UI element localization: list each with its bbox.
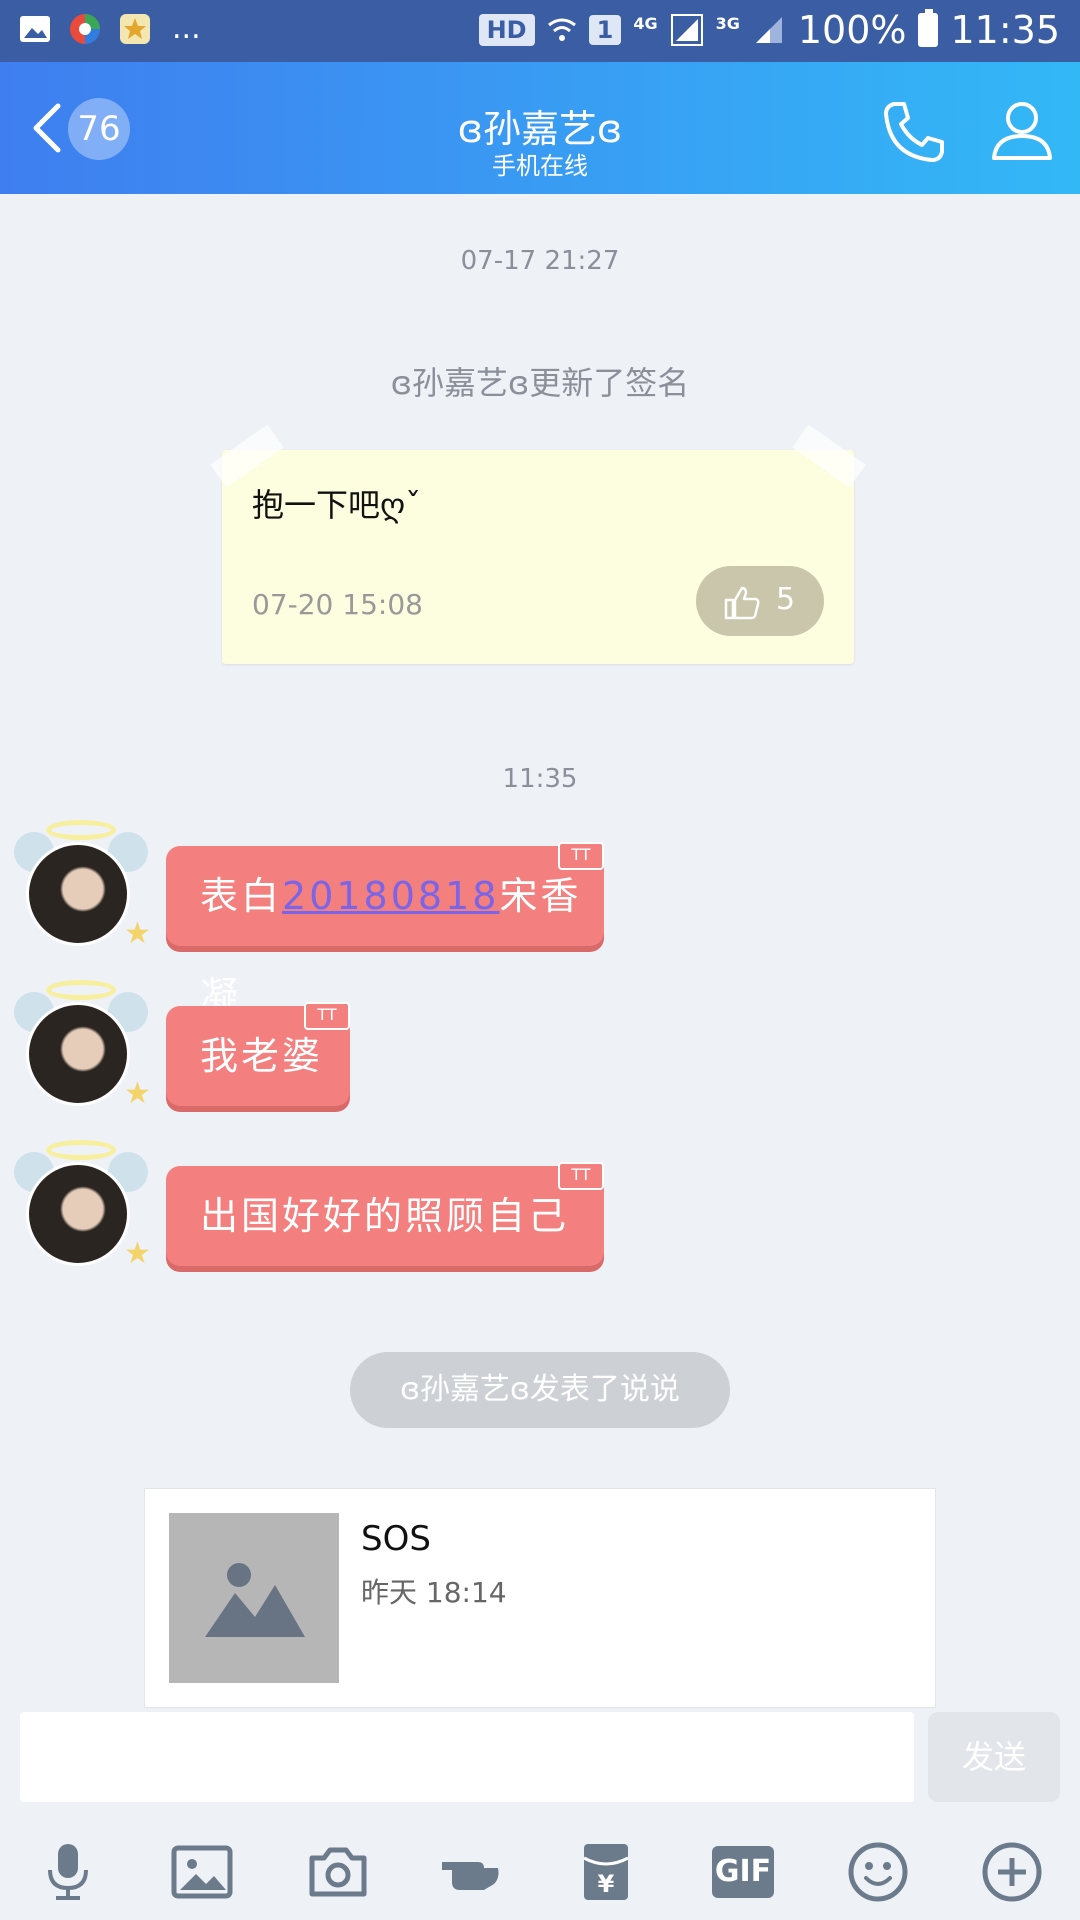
message-text: 出国好好的照顾自己: [200, 1194, 570, 1238]
photo-button[interactable]: [170, 1840, 234, 1904]
signature-update-notice: ɞ孙嘉艺ɞ更新了签名: [390, 364, 690, 402]
image-placeholder-icon: [205, 1563, 305, 1637]
sim-indicator: 1: [588, 15, 622, 45]
camera-button[interactable]: [306, 1840, 370, 1904]
network-type-4g: 4G: [633, 14, 658, 33]
plus-circle-icon: [982, 1842, 1042, 1902]
red-packet-button[interactable]: ¥: [574, 1840, 638, 1904]
message-input[interactable]: [20, 1712, 914, 1802]
gif-icon: GIF: [712, 1846, 774, 1898]
star-app-notification-icon: [120, 14, 150, 44]
more-notifications-indicator: ...: [172, 11, 201, 46]
message-link[interactable]: 20180818: [282, 874, 499, 918]
bubble-tag: TT: [558, 1162, 604, 1190]
wifi-icon: [547, 18, 576, 41]
red-packet-icon: ¥: [583, 1844, 629, 1900]
chat-toolbar: ¥ GIF: [0, 1820, 1080, 1920]
halo-decoration: [46, 820, 116, 840]
star-decoration: ★: [124, 1236, 151, 1271]
message-text: 表白: [200, 874, 283, 918]
halo-decoration: [46, 1140, 116, 1160]
signature-time: 07-20 15:08: [252, 588, 423, 621]
browser-notification-icon: [70, 14, 100, 44]
signal-strength-icon: [670, 14, 703, 46]
bubble-tag: TT: [304, 1002, 350, 1030]
contact-avatar[interactable]: ★: [12, 1136, 152, 1286]
send-button[interactable]: 发送: [928, 1712, 1060, 1802]
battery-icon: [918, 9, 939, 47]
post-title: SOS: [361, 1519, 431, 1559]
battery-percentage: 100%: [797, 8, 907, 52]
input-bar: 发送: [0, 1712, 1080, 1802]
message-bubble[interactable]: 表白20180818宋香凝 TT: [166, 842, 604, 1018]
gif-button[interactable]: GIF: [712, 1840, 776, 1904]
thumbs-up-icon: [724, 586, 760, 620]
timestamp-divider: 07-17 21:27: [460, 246, 620, 276]
message-bubble[interactable]: 我老婆 TT: [166, 1002, 350, 1106]
signature-text: 抱一下吧ღˇ: [252, 486, 422, 524]
tape-decoration: [792, 424, 866, 488]
chat-header: 76 ɞ孙嘉艺ɞ 手机在线: [0, 62, 1080, 194]
tape-decoration: [210, 424, 284, 488]
signal-strength-icon-2: [755, 17, 782, 43]
microphone-icon: [48, 1844, 88, 1900]
phone-call-icon[interactable]: [880, 98, 948, 166]
avatar: [26, 1162, 130, 1266]
gallery-notification-icon: [20, 16, 50, 42]
post-notice[interactable]: ɞ孙嘉艺ɞ发表了说说: [350, 1352, 730, 1428]
clock: 11:35: [950, 8, 1060, 52]
network-type-3g: 3G: [715, 14, 740, 33]
status-bar: ... HD 1 4G 3G 100% 11:35: [0, 0, 1080, 62]
contact-avatar[interactable]: ★: [12, 816, 152, 966]
post-thumbnail: [169, 1513, 339, 1683]
star-decoration: ★: [124, 916, 151, 951]
like-count: 5: [776, 582, 796, 617]
signature-card[interactable]: 抱一下吧ღˇ 07-20 15:08 5: [210, 424, 866, 664]
avatar: [26, 842, 130, 946]
halo-decoration: [46, 980, 116, 1000]
camera-icon: [309, 1847, 367, 1897]
emoji-button[interactable]: [846, 1840, 910, 1904]
profile-icon[interactable]: [988, 96, 1056, 164]
more-options-button[interactable]: [980, 1840, 1044, 1904]
pointing-hand-icon: [442, 1862, 499, 1890]
timestamp-divider: 11:35: [502, 764, 578, 794]
like-button[interactable]: 5: [696, 566, 824, 636]
image-icon: [171, 1845, 233, 1899]
smiley-icon: [848, 1842, 908, 1902]
message-bubble[interactable]: 出国好好的照顾自己 TT: [166, 1162, 604, 1266]
post-time: 昨天 18:14: [361, 1576, 507, 1609]
contact-avatar[interactable]: ★: [12, 976, 152, 1126]
star-decoration: ★: [124, 1076, 151, 1111]
avatar: [26, 1002, 130, 1106]
bubble-tag: TT: [558, 842, 604, 870]
shared-post-card[interactable]: SOS 昨天 18:14: [144, 1488, 936, 1708]
voice-button[interactable]: [36, 1840, 100, 1904]
poke-button[interactable]: [438, 1840, 502, 1904]
message-text: 我老婆: [200, 1034, 324, 1078]
svg-text:¥: ¥: [598, 1870, 615, 1898]
hd-voice-badge: HD: [478, 14, 535, 46]
